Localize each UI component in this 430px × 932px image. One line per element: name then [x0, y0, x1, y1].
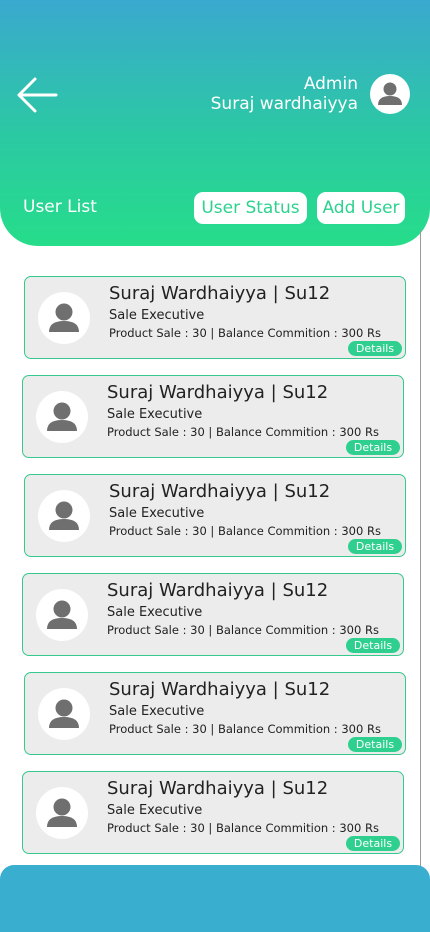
- user-name: Suraj Wardhaiyya | Su12: [107, 382, 329, 403]
- add-user-button[interactable]: Add User: [317, 192, 405, 224]
- user-stats: Product Sale : 30 | Balance Commition : …: [109, 524, 381, 538]
- scrollbar[interactable]: [420, 230, 421, 870]
- user-avatar-icon: [38, 688, 90, 740]
- user-card[interactable]: Suraj Wardhaiyya | Su12 Sale Executive Pro…: [24, 672, 406, 755]
- user-avatar-icon: [38, 292, 90, 344]
- page-title: User List: [23, 197, 97, 217]
- user-avatar-icon: [38, 490, 90, 542]
- user-card[interactable]: Suraj Wardhaiyya | Su12 Sale Executive Pro…: [24, 474, 406, 557]
- user-role: Sale Executive: [109, 506, 205, 521]
- user-stats: Product Sale : 30 | Balance Commition : …: [109, 722, 381, 736]
- user-name: Suraj Wardhaiyya | Su12: [107, 580, 329, 601]
- admin-name: Suraj wardhaiyya: [210, 94, 358, 114]
- user-stats: Product Sale : 30 | Balance Commition : …: [109, 326, 381, 340]
- user-avatar-icon: [36, 589, 88, 641]
- details-button[interactable]: Details: [346, 440, 400, 455]
- user-card[interactable]: Suraj Wardhaiyya | Su12 Sale Executive Pro…: [24, 276, 406, 359]
- admin-role: Admin: [303, 74, 358, 94]
- user-stats: Product Sale : 30 | Balance Commition : …: [107, 623, 379, 637]
- bottom-bar: [0, 865, 430, 932]
- user-stats: Product Sale : 30 | Balance Commition : …: [107, 425, 379, 439]
- user-role: Sale Executive: [109, 308, 205, 323]
- user-name: Suraj Wardhaiyya | Su12: [109, 679, 331, 700]
- user-card[interactable]: Suraj Wardhaiyya | Su12 Sale Executive Pro…: [22, 771, 404, 854]
- user-card[interactable]: Suraj Wardhaiyya | Su12 Sale Executive Pro…: [22, 573, 404, 656]
- details-button[interactable]: Details: [348, 539, 402, 554]
- user-card[interactable]: Suraj Wardhaiyya | Su12 Sale Executive Pro…: [22, 375, 404, 458]
- user-role: Sale Executive: [107, 407, 203, 422]
- user-role: Sale Executive: [107, 803, 203, 818]
- user-role: Sale Executive: [107, 605, 203, 620]
- details-button[interactable]: Details: [346, 638, 400, 653]
- details-button[interactable]: Details: [346, 836, 400, 851]
- user-avatar-icon: [36, 787, 88, 839]
- details-button[interactable]: Details: [348, 341, 402, 356]
- user-name: Suraj Wardhaiyya | Su12: [107, 778, 329, 799]
- user-name: Suraj Wardhaiyya | Su12: [109, 283, 331, 304]
- user-name: Suraj Wardhaiyya | Su12: [109, 481, 331, 502]
- admin-avatar-icon[interactable]: [370, 74, 410, 114]
- user-status-button[interactable]: User Status: [194, 192, 307, 224]
- user-avatar-icon: [36, 391, 88, 443]
- details-button[interactable]: Details: [348, 737, 402, 752]
- back-arrow-icon[interactable]: [14, 76, 60, 114]
- admin-info: Admin Suraj wardhaiyya: [211, 74, 358, 114]
- user-role: Sale Executive: [109, 704, 205, 719]
- user-stats: Product Sale : 30 | Balance Commition : …: [107, 821, 379, 835]
- app-header: Admin Suraj wardhaiyya User List User St…: [0, 0, 430, 246]
